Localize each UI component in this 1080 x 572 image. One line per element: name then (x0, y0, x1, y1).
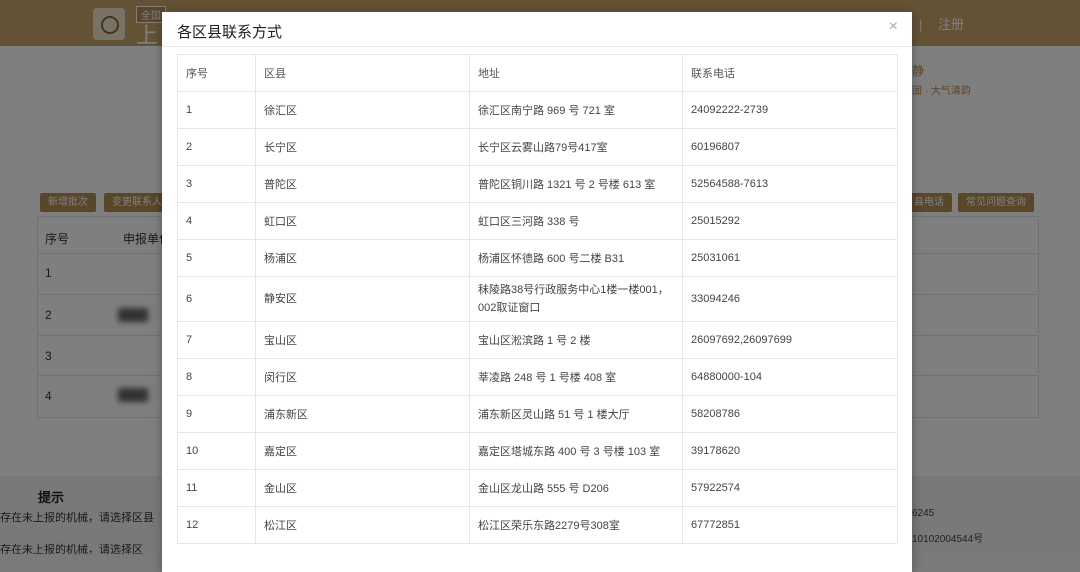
row-address: 普陀区铜川路 1321 号 2 号楼 613 室 (469, 165, 683, 203)
table-row: 5 杨浦区 杨浦区怀德路 600 号二楼 B31 25031061 (177, 239, 898, 277)
row-number: 11 (177, 469, 256, 507)
table-row: 9 浦东新区 浦东新区灵山路 51 号 1 楼大厅 58208786 (177, 395, 898, 433)
column-header-phone: 联系电话 (682, 54, 898, 92)
row-number: 6 (177, 276, 256, 322)
row-number: 5 (177, 239, 256, 277)
contacts-table: 序号 区县 地址 联系电话 1 徐汇区 徐汇区南宁路 969 号 721 室 2409… (177, 54, 898, 544)
row-phone: 24092222-2739 (682, 91, 898, 129)
row-number: 7 (177, 321, 256, 359)
row-address: 浦东新区灵山路 51 号 1 楼大厅 (469, 395, 683, 433)
row-address: 莘凌路 248 号 1 号楼 408 室 (469, 358, 683, 396)
row-district: 杨浦区 (255, 239, 470, 277)
row-phone: 60196807 (682, 128, 898, 166)
row-district: 嘉定区 (255, 432, 470, 470)
row-phone: 58208786 (682, 395, 898, 433)
row-district: 闵行区 (255, 358, 470, 396)
row-phone: 33094246 (682, 276, 898, 322)
row-district: 虹口区 (255, 202, 470, 240)
table-row: 8 闵行区 莘凌路 248 号 1 号楼 408 室 64880000-104 (177, 358, 898, 396)
row-address: 虹口区三河路 338 号 (469, 202, 683, 240)
row-address: 杨浦区怀德路 600 号二楼 B31 (469, 239, 683, 277)
modal-title: 各区县联系方式 (177, 24, 283, 41)
row-address: 宝山区淞滨路 1 号 2 楼 (469, 321, 683, 359)
column-header-no: 序号 (177, 54, 256, 92)
row-phone: 64880000-104 (682, 358, 898, 396)
row-district: 静安区 (255, 276, 470, 322)
row-number: 2 (177, 128, 256, 166)
table-header-row: 序号 区县 地址 联系电话 (177, 54, 898, 92)
close-icon[interactable]: × (889, 18, 898, 36)
row-address: 徐汇区南宁路 969 号 721 室 (469, 91, 683, 129)
modal-header: 各区县联系方式 × (162, 12, 912, 47)
row-number: 3 (177, 165, 256, 203)
row-phone: 67772851 (682, 506, 898, 544)
row-phone: 57922574 (682, 469, 898, 507)
row-address: 金山区龙山路 555 号 D206 (469, 469, 683, 507)
row-district: 松江区 (255, 506, 470, 544)
row-district: 普陀区 (255, 165, 470, 203)
table-row: 1 徐汇区 徐汇区南宁路 969 号 721 室 24092222-2739 (177, 91, 898, 129)
row-number: 12 (177, 506, 256, 544)
column-header-district: 区县 (255, 54, 470, 92)
row-address: 秣陵路38号行政服务中心1楼一楼001，002取证窗口 (469, 276, 683, 322)
row-phone: 52564588-7613 (682, 165, 898, 203)
row-number: 4 (177, 202, 256, 240)
row-district: 徐汇区 (255, 91, 470, 129)
row-address: 嘉定区塔城东路 400 号 3 号楼 103 室 (469, 432, 683, 470)
table-row: 11 金山区 金山区龙山路 555 号 D206 57922574 (177, 469, 898, 507)
row-address: 长宁区云雾山路79号417室 (469, 128, 683, 166)
row-number: 10 (177, 432, 256, 470)
row-district: 浦东新区 (255, 395, 470, 433)
table-row: 7 宝山区 宝山区淞滨路 1 号 2 楼 26097692,26097699 (177, 321, 898, 359)
row-number: 9 (177, 395, 256, 433)
district-contacts-modal: 各区县联系方式 × 序号 区县 地址 联系电话 1 徐汇区 徐汇区南宁路 969 号… (162, 12, 912, 572)
table-row: 2 长宁区 长宁区云雾山路79号417室 60196807 (177, 128, 898, 166)
table-row: 3 普陀区 普陀区铜川路 1321 号 2 号楼 613 室 52564588-761… (177, 165, 898, 203)
row-phone: 25015292 (682, 202, 898, 240)
row-phone: 26097692,26097699 (682, 321, 898, 359)
table-row: 12 松江区 松江区荣乐东路2279号308室 67772851 (177, 506, 898, 544)
row-district: 金山区 (255, 469, 470, 507)
column-header-address: 地址 (469, 54, 683, 92)
table-row: 4 虹口区 虹口区三河路 338 号 25015292 (177, 202, 898, 240)
contacts-table-wrapper: 序号 区县 地址 联系电话 1 徐汇区 徐汇区南宁路 969 号 721 室 2409… (177, 54, 898, 544)
row-district: 宝山区 (255, 321, 470, 359)
row-phone: 39178620 (682, 432, 898, 470)
row-phone: 25031061 (682, 239, 898, 277)
table-row: 6 静安区 秣陵路38号行政服务中心1楼一楼001，002取证窗口 33094246 (177, 276, 898, 322)
row-number: 8 (177, 358, 256, 396)
row-address: 松江区荣乐东路2279号308室 (469, 506, 683, 544)
table-row: 10 嘉定区 嘉定区塔城东路 400 号 3 号楼 103 室 39178620 (177, 432, 898, 470)
row-district: 长宁区 (255, 128, 470, 166)
row-number: 1 (177, 91, 256, 129)
